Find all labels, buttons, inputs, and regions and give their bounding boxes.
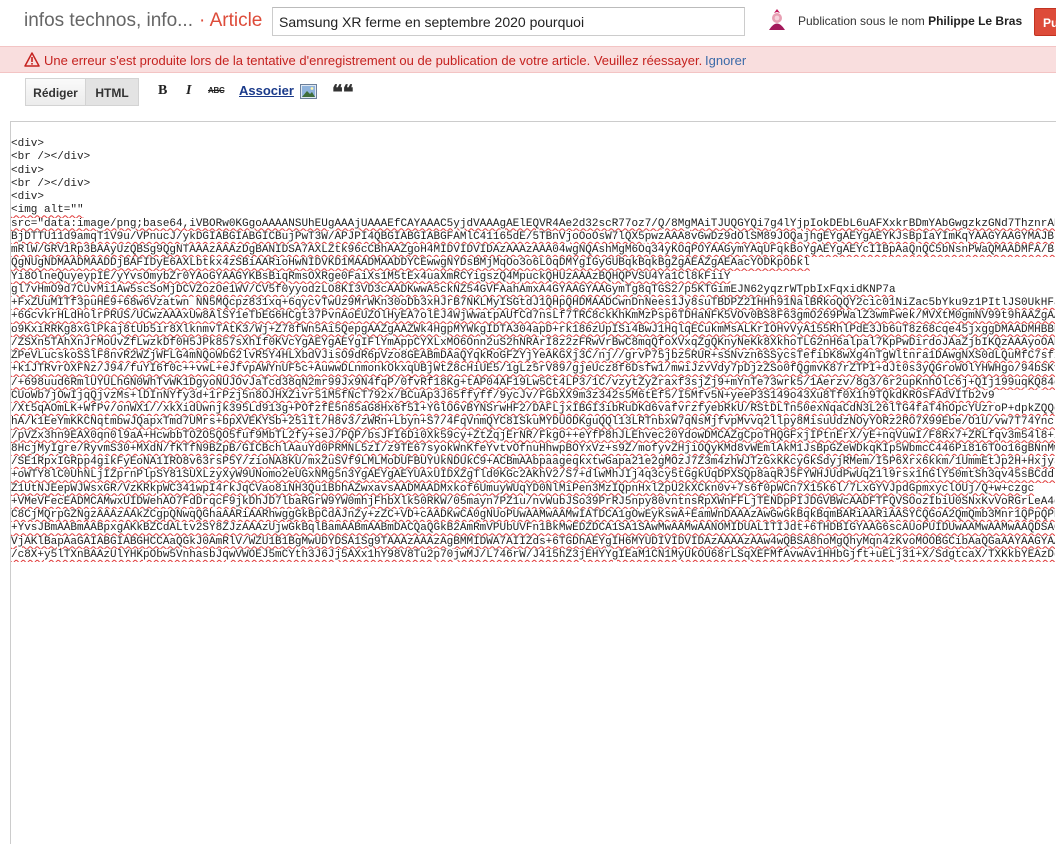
italic-button[interactable]: I xyxy=(186,83,191,99)
code-line: src="data:image/png;base64,iVBORw0KGgoAA… xyxy=(11,217,1055,230)
code-line: /Xt5qAOmLK+WfPv/onWX1//xkXidUwnjk395Ld91… xyxy=(11,403,1055,415)
compose-mode-button[interactable]: Rédiger xyxy=(25,78,86,106)
bold-button[interactable]: B xyxy=(158,83,167,99)
code-line: o9KxiRRKg8xGlPkaj8tUb5ir8XlknmvTAtK3/Wj+… xyxy=(11,323,1055,336)
warning-icon xyxy=(24,52,40,67)
code-line: VjAKlBapAaGAIABGIABGHCCAaQGkJ0AmRlV/WZU1… xyxy=(11,535,1055,548)
code-line: C8CjMQrpGZNgzAAAzAAkZCgpQNwqQGhaAARiAARh… xyxy=(11,509,1055,521)
post-title-input[interactable] xyxy=(272,7,745,36)
html-editor-textarea[interactable]: <div> <br /></div> <div> <br /></div> <div> <… xyxy=(10,121,1056,844)
error-banner: Une erreur s'est produite lors de la ten… xyxy=(0,46,1056,73)
error-message: Une erreur s'est produite lors de la ten… xyxy=(44,53,703,68)
code-line: mRlW/GRV1Rp3BAAyUzQBSg9QgNTAAAzAAAzDgBAN… xyxy=(11,244,1055,256)
publish-button[interactable]: Publier xyxy=(1034,8,1056,36)
code-line: CUoWb7jOwIjqQjvzMs+lDInNYfy3d+1rPzj5n8OJ… xyxy=(11,389,995,402)
code-line: 8HcjMyIgre/RyvmS30+MXdN/fKTfN9BZpB/GICBc… xyxy=(11,442,1055,455)
html-mode-button[interactable]: HTML xyxy=(86,78,139,106)
code-line: +YvsJBmAABmAABpxgAKkBZCdALtv2SY8ZJzAAAzU… xyxy=(11,522,1055,535)
editor-toolbar: Rédiger HTML B I ABC Associer ❝❝ xyxy=(0,76,1056,112)
blog-breadcrumb: infos technos, info... · Article xyxy=(24,10,262,32)
code-line: ZPeVLucskoSSlF8nvR2WZjWFLG4mNQoWbG2lvR5Y… xyxy=(11,350,1055,362)
strikethrough-button[interactable]: ABC xyxy=(208,86,225,95)
html-source-code: <div> <br /></div> <div> <br /></div> <div> <… xyxy=(11,138,1055,562)
publishing-as-prefix: Publication sous le nom xyxy=(798,14,925,28)
code-line: <div> xyxy=(11,138,45,150)
code-line: /c8X+y5lTXnBAAzUlYHKpObw5VnhasbJqwVWOEJ5… xyxy=(11,548,1055,561)
insert-image-icon[interactable] xyxy=(300,84,317,99)
blog-name-link[interactable]: infos technos, info... xyxy=(24,10,193,31)
code-line: <div> xyxy=(11,164,45,177)
code-line: BjDTTU11d9amqT1V9u/VPnucJ/ykDGIABGIABGIC… xyxy=(11,230,1055,243)
code-line: <br /></div> xyxy=(11,177,91,190)
ignore-error-link[interactable]: Ignorer xyxy=(705,53,746,68)
code-line: +6GcvkrHLdHolrPRUS/UCwzAAAxUw8AlSY1eTbEG… xyxy=(11,310,1055,323)
author-name[interactable]: Philippe Le Bras xyxy=(928,14,1022,28)
code-line: <img alt="" xyxy=(11,204,84,217)
code-line: Yi8OlneQuyeypIE/yYvsOmybZr0YAoGYAAGYKBsB… xyxy=(11,270,731,283)
breadcrumb-separator: · xyxy=(199,10,206,31)
code-line: QgNUgNDMAADMAADDjBAFIDyE6AXLbtkx4zSBiAAR… xyxy=(11,257,810,270)
code-line: gl7vHmO9d7CUvMi1Aw5scSoMjDCVZozOe1WV/CV5… xyxy=(11,283,896,296)
code-line: Z1UtNJEepWJWsxGR/VzKRkpWC341wpI4rkJqCVao… xyxy=(11,482,1035,495)
code-line: +FxZUuMITf3puHE9+68w6Vzatwn NN5MQcpz831x… xyxy=(11,297,1055,309)
link-button[interactable]: Associer xyxy=(239,83,294,98)
code-line: <br /></div> xyxy=(11,151,91,164)
code-line: <div> xyxy=(11,191,45,203)
code-line: /+698uud6RmlUYULhGN0WhTvWK1DgyoNUJOvJaTc… xyxy=(11,376,1055,389)
code-line: hA/k1EeYmKKCNqtmbwJQapxTmd7UMrs+bpXVEKYS… xyxy=(11,416,1055,429)
code-line: +k1JTRvrOXFNz/J94/fuYI6f0c++vwL+eJfvpAWY… xyxy=(11,363,1055,376)
code-line: /ZSXn5TAhXnJrMoUvZfLwzkDf0H5JPk857sXhIf0… xyxy=(11,336,1055,349)
quote-button[interactable]: ❝❝ xyxy=(332,80,354,105)
code-line: /SE1RpxIGRpp4gikFyEoNA1IRO8v63rsP5Y/zioN… xyxy=(11,456,1055,468)
publishing-as-text: Publication sous le nom Philippe Le Bras xyxy=(798,14,1022,28)
code-line: /pVZx3hn9EAX0qn0l9aA+HcwbbTOZO5QO5fuf9Mb… xyxy=(11,429,1055,442)
code-line: +oWTY8lC0UhNLjIZprnPlpSY81SUXLzyXyW9UNom… xyxy=(11,469,1055,482)
editor-header: infos technos, info... · Article Publicat… xyxy=(0,0,1056,44)
author-avatar-icon[interactable] xyxy=(766,7,788,31)
section-title: Article xyxy=(209,10,263,31)
code-line: +VMeVFecEADMCAMwxUIDWehAO7FdDrqcF9jkDhJD… xyxy=(11,495,1055,508)
